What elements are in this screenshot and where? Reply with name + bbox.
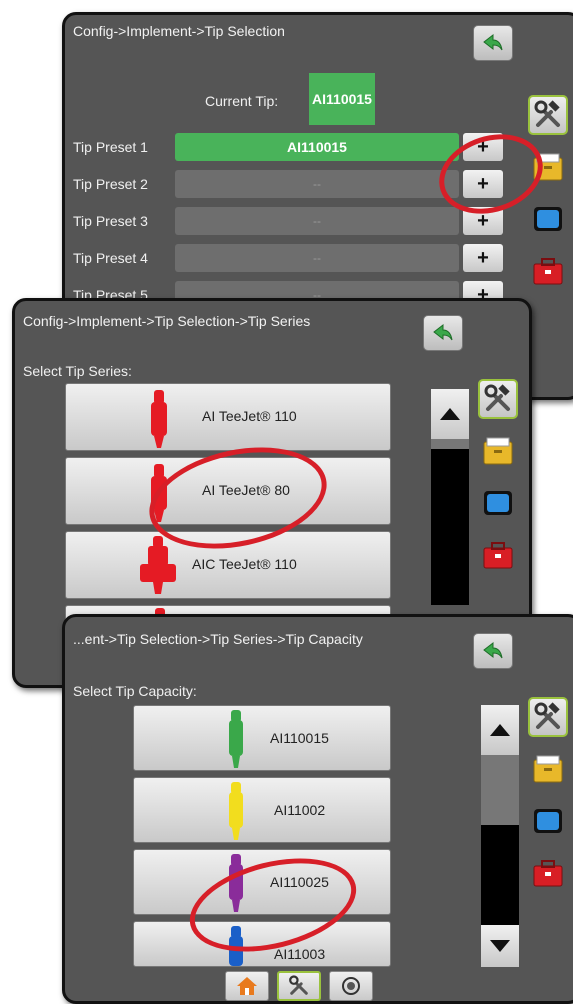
toolbox-button[interactable] <box>528 853 568 893</box>
tip-capacity-label: AI110015 <box>270 730 329 746</box>
panel-tip-capacity: ...ent->Tip Selection->Tip Series->Tip C… <box>62 614 573 1004</box>
folder-button[interactable] <box>478 431 518 471</box>
gps-button[interactable] <box>329 971 373 1001</box>
add-preset-button[interactable]: + <box>463 244 503 272</box>
stage: Config->Implement->Tip Selection Current… <box>0 0 573 1004</box>
bottom-nav <box>225 971 373 1001</box>
nozzle-icon <box>140 536 176 594</box>
scroll-up-button[interactable] <box>431 389 469 439</box>
screen-icon <box>534 207 562 231</box>
scrollbar-thumb[interactable] <box>481 825 519 925</box>
home-icon <box>237 977 257 995</box>
down-arrow-icon <box>490 940 510 952</box>
tools-button[interactable] <box>528 697 568 737</box>
tip-series-label: AIC TeeJet® 110 <box>192 556 297 572</box>
tip-series-item[interactable]: AI TeeJet® 110 <box>65 383 391 451</box>
nozzle-icon <box>229 782 243 840</box>
current-tip-value: AI110015 <box>309 73 375 125</box>
preset-label: Tip Preset 1 <box>73 139 148 155</box>
breadcrumb: Config->Implement->Tip Selection <box>73 23 285 39</box>
tools-button[interactable] <box>478 379 518 419</box>
screen-icon <box>534 809 562 833</box>
folder-icon <box>483 437 513 465</box>
folder-icon <box>533 755 563 783</box>
breadcrumb: Config->Implement->Tip Selection->Tip Se… <box>23 313 311 329</box>
screen-button[interactable] <box>478 483 518 523</box>
preset-label: Tip Preset 4 <box>73 250 148 266</box>
tip-series-label: AI TeeJet® 110 <box>202 408 297 424</box>
wrench-hammer-icon <box>534 100 560 127</box>
toolbox-button[interactable] <box>478 535 518 575</box>
wrench-hammer-icon <box>289 975 308 995</box>
tools-button[interactable] <box>528 95 568 135</box>
toolbox-button[interactable] <box>528 251 568 291</box>
folder-button[interactable] <box>528 749 568 789</box>
preset-label: Tip Preset 3 <box>73 213 148 229</box>
preset-field[interactable]: AI110015 <box>175 133 459 161</box>
tip-capacity-item[interactable]: AI110015 <box>133 705 391 771</box>
scrollbar-thumb[interactable] <box>431 449 469 605</box>
toolbox-icon <box>533 860 563 887</box>
tip-capacity-item[interactable]: AI11002 <box>133 777 391 843</box>
back-arrow-icon <box>433 323 453 341</box>
screen-button[interactable] <box>528 199 568 239</box>
scrollbar-track[interactable] <box>431 439 469 449</box>
home-button[interactable] <box>225 971 269 1001</box>
screen-icon <box>484 491 512 515</box>
back-button[interactable] <box>473 25 513 61</box>
back-button[interactable] <box>473 633 513 669</box>
nozzle-icon <box>151 390 167 448</box>
scroll-down-button[interactable] <box>481 925 519 967</box>
breadcrumb: ...ent->Tip Selection->Tip Series->Tip C… <box>73 631 363 647</box>
back-button[interactable] <box>423 315 463 351</box>
toolbox-icon <box>483 542 513 569</box>
scrollbar-track[interactable] <box>481 755 519 825</box>
tip-capacity-label: AI11002 <box>274 802 326 818</box>
preset-field[interactable]: -- <box>175 170 459 198</box>
scroll-up-button[interactable] <box>481 705 519 755</box>
section-heading: Select Tip Capacity: <box>73 683 197 699</box>
tools-tab-button[interactable] <box>277 971 321 1001</box>
back-arrow-icon <box>483 641 503 659</box>
preset-field[interactable]: -- <box>175 244 459 272</box>
preset-field[interactable]: -- <box>175 207 459 235</box>
wrench-hammer-icon <box>484 384 510 411</box>
nozzle-icon <box>229 710 243 768</box>
up-arrow-icon <box>490 724 510 736</box>
back-arrow-icon <box>483 33 503 51</box>
preset-label: Tip Preset 2 <box>73 176 148 192</box>
section-heading: Select Tip Series: <box>23 363 132 379</box>
tip-capacity-label: AI11003 <box>274 946 326 962</box>
wrench-hammer-icon <box>534 702 560 729</box>
up-arrow-icon <box>440 408 460 420</box>
toolbox-icon <box>533 258 563 285</box>
target-icon <box>342 977 360 995</box>
screen-button[interactable] <box>528 801 568 841</box>
current-tip-label: Current Tip: <box>205 93 279 109</box>
